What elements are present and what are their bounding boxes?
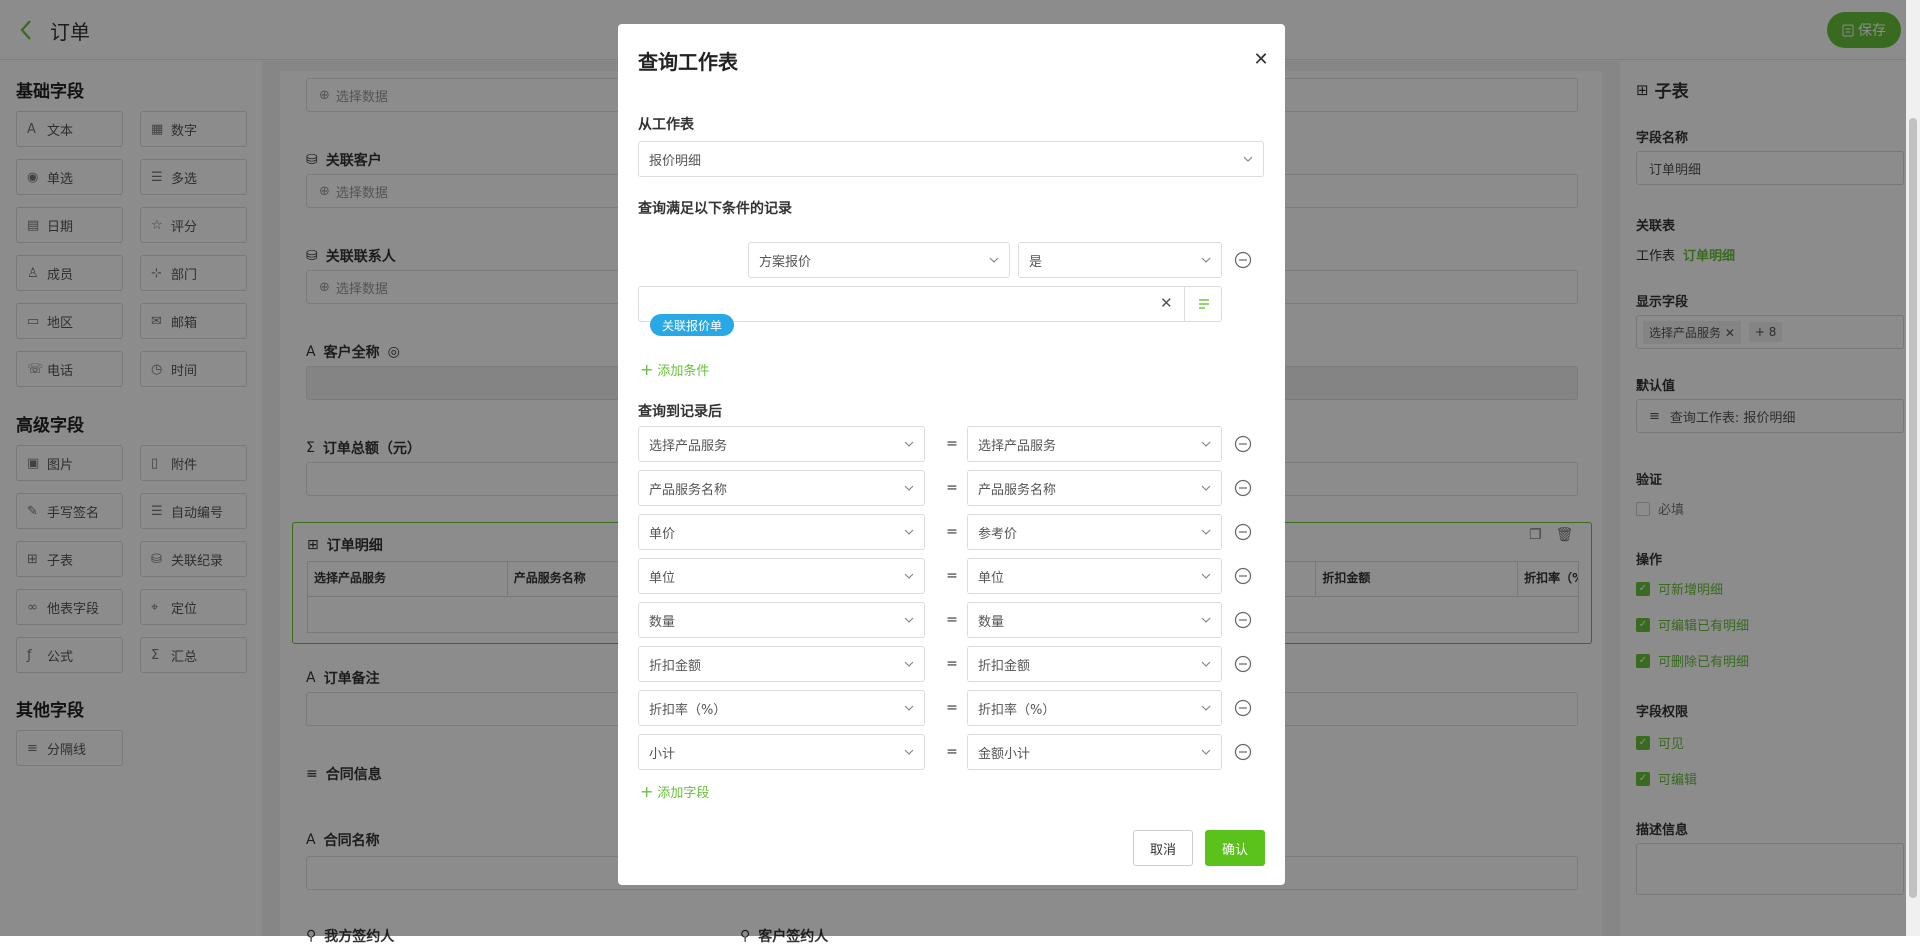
chevron-down-icon [904,573,914,579]
mapping-target-select[interactable]: 单价 [638,514,925,550]
plus-icon: + [640,360,654,379]
equals-sign: = [946,656,958,672]
mapping-target-select[interactable]: 折扣金额 [638,646,925,682]
mapping-source-value: 数量 [978,614,1005,630]
condition-field-select[interactable]: 方案报价 [748,242,1010,278]
chevron-down-icon [904,705,914,711]
from-sheet-label: 从工作表 [638,117,694,133]
chevron-down-icon [904,441,914,447]
equals-sign: = [946,524,958,540]
remove-mapping-icon[interactable] [1234,479,1252,497]
chevron-down-icon [1201,529,1211,535]
mapping-target-select[interactable]: 单位 [638,558,925,594]
equals-sign: = [946,436,958,452]
mapping-target-value: 选择产品服务 [649,438,728,454]
scrollbar[interactable] [1906,0,1920,936]
after-query-label: 查询到记录后 [638,404,722,420]
add-condition-link[interactable]: + 添加条件 [640,360,709,379]
field-picker-icon[interactable] [1184,286,1222,322]
remove-condition-icon[interactable] [1234,251,1252,269]
mapping-source-value: 参考价 [978,526,1018,542]
chevron-down-icon [904,661,914,667]
confirm-button[interactable]: 确认 [1205,830,1265,866]
chevron-down-icon [1201,485,1211,491]
remove-mapping-icon[interactable] [1234,611,1252,629]
equals-sign: = [946,612,958,628]
mapping-source-value: 单位 [978,570,1005,586]
equals-sign: = [946,744,958,760]
add-field-text: 添加字段 [657,786,710,801]
equals-sign: = [946,568,958,584]
mapping-target-select[interactable]: 产品服务名称 [638,470,925,506]
condition-operator-value: 是 [1029,254,1043,270]
condition-field-value: 方案报价 [759,254,812,270]
mapping-source-select[interactable]: 折扣金额 [967,646,1222,682]
mapping-source-select[interactable]: 选择产品服务 [967,426,1222,462]
mapping-target-select[interactable]: 折扣率（%） [638,690,925,726]
add-condition-text: 添加条件 [657,364,710,379]
mapping-source-value: 金额小计 [978,746,1031,762]
equals-sign: = [946,480,958,496]
mapping-source-value: 产品服务名称 [978,482,1057,498]
mapping-target-select[interactable]: 选择产品服务 [638,426,925,462]
chevron-down-icon [1243,156,1253,162]
remove-mapping-icon[interactable] [1234,699,1252,717]
chevron-down-icon [1201,441,1211,447]
remove-mapping-icon[interactable] [1234,655,1252,673]
chevron-down-icon [989,257,999,263]
condition-operator-select[interactable]: 是 [1018,242,1222,278]
dialog-title: 查询工作表 [638,50,738,74]
mapping-source-select[interactable]: 数量 [967,602,1222,638]
chevron-down-icon [1201,749,1211,755]
chevron-down-icon [1201,257,1211,263]
mapping-target-select[interactable]: 数量 [638,602,925,638]
chevron-down-icon [904,529,914,535]
condition-value-tag[interactable]: 关联报价单 [650,314,735,336]
mapping-source-select[interactable]: 参考价 [967,514,1222,550]
remove-mapping-icon[interactable] [1234,567,1252,585]
cancel-button[interactable]: 取消 [1133,830,1193,866]
mapping-target-value: 折扣率（%） [649,702,727,718]
chevron-down-icon [904,485,914,491]
mapping-target-value: 单位 [649,570,676,586]
chevron-down-icon [1201,617,1211,623]
mapping-target-value: 折扣金额 [649,658,702,674]
mapping-target-value: 数量 [649,614,676,630]
mapping-source-select[interactable]: 产品服务名称 [967,470,1222,506]
mapping-source-value: 折扣金额 [978,658,1031,674]
mapping-source-value: 折扣率（%） [978,702,1056,718]
plus-icon: + [640,782,654,801]
mapping-target-value: 小计 [649,746,676,762]
remove-mapping-icon[interactable] [1234,743,1252,761]
scrollbar-thumb[interactable] [1909,118,1917,898]
remove-mapping-icon[interactable] [1234,523,1252,541]
remove-mapping-icon[interactable] [1234,435,1252,453]
from-sheet-select[interactable]: 报价明细 [638,141,1264,177]
mapping-target-value: 产品服务名称 [649,482,728,498]
mapping-source-select[interactable]: 折扣率（%） [967,690,1222,726]
close-icon[interactable]: ✕ [1250,48,1272,70]
chevron-down-icon [904,617,914,623]
chevron-down-icon [1201,573,1211,579]
mapping-source-select[interactable]: 单位 [967,558,1222,594]
chevron-down-icon [904,749,914,755]
chevron-down-icon [1201,705,1211,711]
mapping-source-value: 选择产品服务 [978,438,1057,454]
mapping-source-select[interactable]: 金额小计 [967,734,1222,770]
condition-label: 查询满足以下条件的记录 [638,201,792,217]
add-field-link[interactable]: + 添加字段 [640,782,709,801]
from-sheet-value: 报价明细 [649,153,702,169]
clear-icon[interactable]: ✕ [1160,294,1173,312]
mapping-target-select[interactable]: 小计 [638,734,925,770]
equals-sign: = [946,700,958,716]
chevron-down-icon [1201,661,1211,667]
query-worksheet-dialog: 查询工作表 ✕ 从工作表 报价明细 查询满足以下条件的记录 方案报价 是 关联报… [618,24,1285,885]
mapping-target-value: 单价 [649,526,676,542]
